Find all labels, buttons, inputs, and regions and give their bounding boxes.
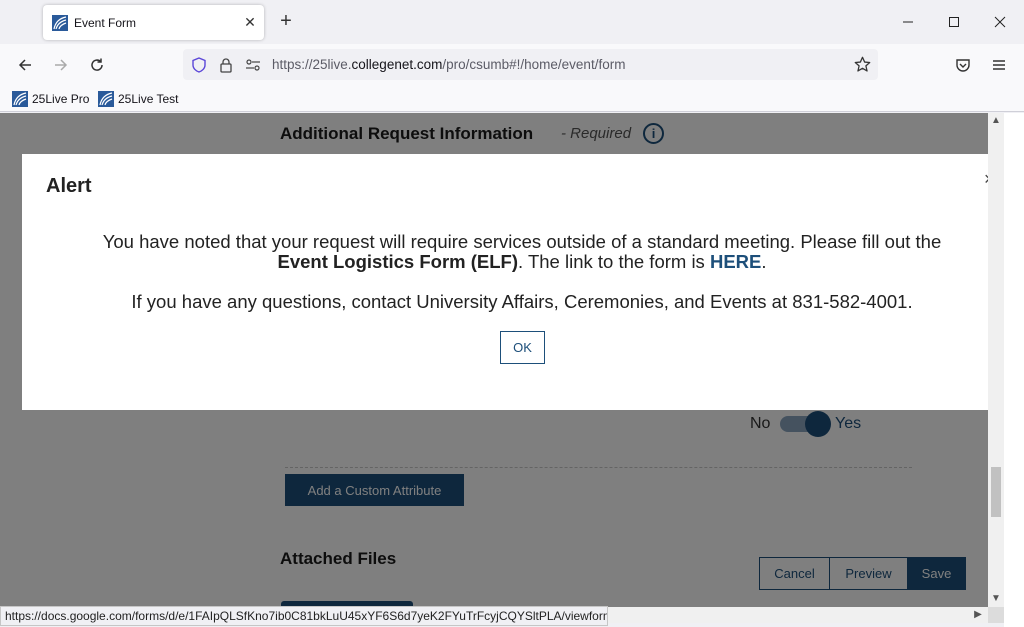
alert-dialog: Alert × You have noted that your request… [22,154,988,410]
status-url-tooltip: https://docs.google.com/forms/d/e/1FAIpQ… [0,606,608,626]
maximize-icon[interactable] [939,8,969,36]
new-tab-button[interactable]: + [274,10,298,34]
menu-icon[interactable] [986,52,1012,78]
dialog-title: Alert [46,175,92,197]
tab-strip: Event Form ✕ + [0,0,1024,44]
star-icon[interactable] [852,54,872,74]
back-arrow-icon[interactable] [12,52,38,78]
close-window-icon[interactable] [985,8,1015,36]
bookmarks-toolbar: 25Live Pro 25Live Test [0,86,1024,112]
window-edge [1004,113,1024,627]
bookmark-25live-test[interactable]: 25Live Test [98,90,179,108]
scroll-down-icon[interactable]: ▼ [988,591,1004,607]
bookmark-label: 25Live Pro [32,92,90,106]
tab-title: Event Form [74,15,137,30]
favicon-25live-icon [12,91,28,107]
reload-icon[interactable] [84,52,110,78]
bookmark-25live-pro[interactable]: 25Live Pro [12,90,89,108]
vertical-scrollbar[interactable]: ▲ ▼ [988,113,1004,607]
bookmark-label: 25Live Test [118,92,179,106]
scroll-right-icon[interactable]: ▶ [970,607,986,623]
elf-label: Event Logistics Form (ELF) [277,251,519,272]
ok-button[interactable]: OK [500,331,545,364]
scrollbar-corner [988,607,1004,623]
scroll-up-icon[interactable]: ▲ [988,113,1004,129]
dialog-message-link-line: Event Logistics Form (ELF). The link to … [277,251,767,272]
page-viewport: Additional Request Information - Require… [0,113,988,607]
here-link[interactable]: HERE [710,251,761,272]
dialog-message: You have noted that your request will re… [102,231,942,252]
favicon-25live-icon [52,14,68,31]
favicon-25live-icon [98,91,114,107]
shield-icon[interactable] [188,55,210,75]
url-text[interactable]: https://25live.collegenet.com/pro/csumb#… [272,57,625,72]
dialog-contact-message: If you have any questions, contact Unive… [131,291,913,312]
tab-close-icon[interactable]: ✕ [236,14,264,31]
lock-icon[interactable] [215,55,237,75]
browser-tab[interactable]: Event Form ✕ [43,5,264,40]
minimize-icon[interactable] [893,8,923,36]
address-bar[interactable]: https://25live.collegenet.com/pro/csumb#… [183,49,878,80]
pocket-icon[interactable] [950,52,976,78]
permissions-icon[interactable] [242,55,264,75]
forward-arrow-icon[interactable] [48,52,74,78]
scrollbar-thumb[interactable] [991,467,1001,517]
